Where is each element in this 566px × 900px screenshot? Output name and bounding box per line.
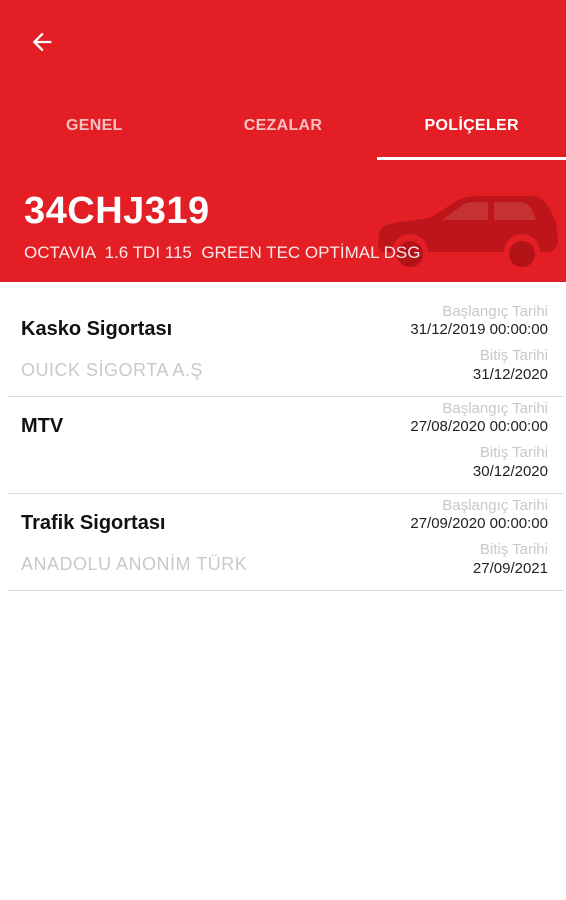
policy-name: Trafik Sigortası (21, 512, 166, 534)
policy-row[interactable]: Kasko Sigortası OUICK SİGORTA A.Ş Başlan… (8, 300, 564, 397)
insurance-company: ANADOLU ANONİM TÜRK (21, 554, 248, 574)
policy-row[interactable]: Trafik Sigortası ANADOLU ANONİM TÜRK Baş… (8, 494, 564, 591)
tab-bar: GENEL CEZALAR POLİÇELER (0, 92, 566, 160)
start-date-value: 27/09/2020 00:00:00 (410, 515, 548, 532)
vehicle-model: OCTAVIA 1.6 TDI 115 GREEN TEC OPTİMAL DS… (24, 243, 421, 262)
policy-name: Kasko Sigortası (21, 318, 173, 340)
license-plate: 34CHJ319 (24, 190, 210, 232)
app-header: GENEL CEZALAR POLİÇELER 34CHJ319 OCTAVIA… (0, 0, 566, 282)
policy-list: Kasko Sigortası OUICK SİGORTA A.Ş Başlan… (8, 300, 564, 591)
start-date-value: 27/08/2020 00:00:00 (410, 418, 548, 435)
end-date-value: 27/09/2021 (472, 560, 548, 577)
start-date-label: Başlangıç Tarihi (442, 400, 548, 417)
start-date-label: Başlangıç Tarihi (442, 497, 548, 514)
end-date-label: Bitiş Tarihi (479, 347, 548, 364)
tab-genel[interactable]: GENEL (0, 92, 189, 160)
start-date-label: Başlangıç Tarihi (442, 303, 548, 320)
policy-name: MTV (21, 415, 64, 437)
end-date-label: Bitiş Tarihi (479, 444, 548, 461)
insurance-company: OUICK SİGORTA A.Ş (21, 360, 203, 380)
tab-cezalar[interactable]: CEZALAR (189, 92, 378, 160)
policy-row[interactable]: MTV Başlangıç Tarihi 27/08/2020 00:00:00… (8, 397, 564, 494)
end-date-value: 31/12/2020 (472, 366, 548, 383)
end-date-label: Bitiş Tarihi (479, 541, 548, 558)
tab-policeler[interactable]: POLİÇELER (377, 92, 566, 160)
arrow-left-icon (32, 32, 52, 52)
back-button[interactable] (22, 22, 62, 62)
end-date-value: 30/12/2020 (472, 463, 548, 480)
start-date-value: 31/12/2019 00:00:00 (410, 321, 548, 338)
